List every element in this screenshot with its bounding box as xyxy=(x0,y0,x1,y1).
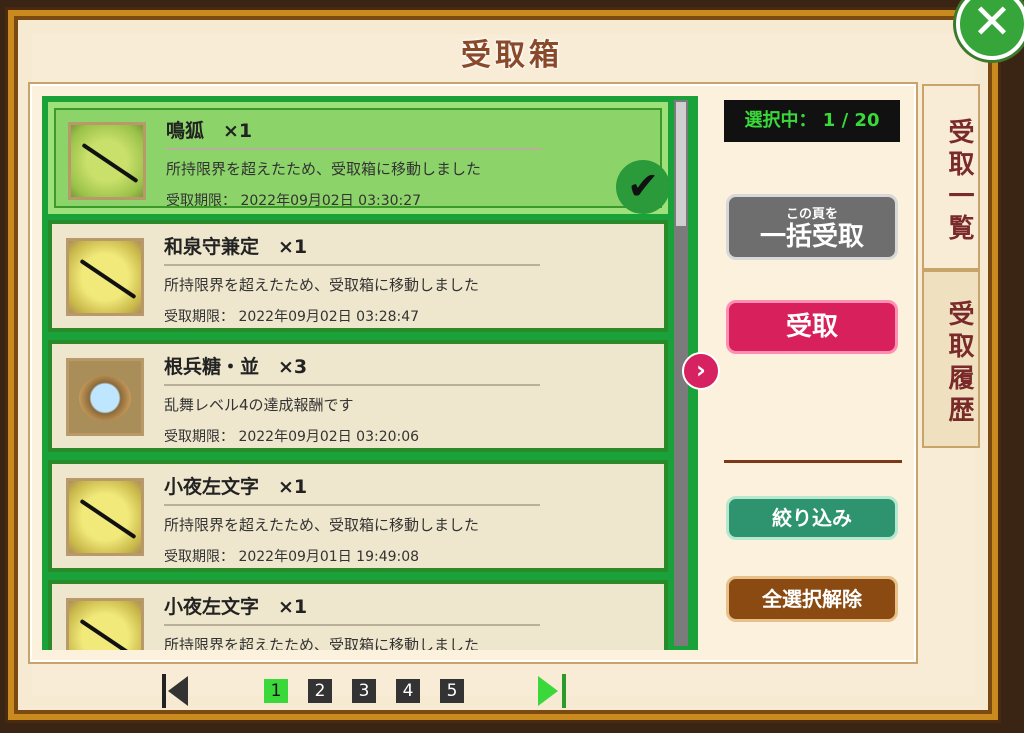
item-list: 鳴狐 ×1 所持限界を超えたため、受取箱に移動しました 受取期限： 2022年0… xyxy=(42,96,698,650)
item-message: 所持限界を超えたため、受取箱に移動しました xyxy=(166,160,482,178)
list-item[interactable]: 小夜左文字 ×1 所持限界を超えたため、受取箱に移動しました 受取期限： 202… xyxy=(48,460,668,572)
first-page-icon xyxy=(162,674,166,708)
section-divider xyxy=(724,460,902,463)
item-expiry: 受取期限： 2022年09月02日 03:30:27 xyxy=(166,193,422,209)
item-message: 所持限界を超えたため、受取箱に移動しました xyxy=(164,276,480,294)
chevron-right-icon: › xyxy=(696,356,706,384)
close-icon: ✕ xyxy=(971,0,1013,50)
item-name: 小夜左文字 ×1 xyxy=(164,476,308,498)
bulk-receive-button[interactable]: この頁を 一括受取 xyxy=(726,194,898,260)
sword-icon xyxy=(66,598,144,650)
selection-counter: 選択中： 1 / 20 xyxy=(724,100,900,142)
filter-button[interactable]: 絞り込み xyxy=(726,496,898,540)
item-expiry: 受取期限： 2022年09月01日 19:49:08 xyxy=(164,549,420,565)
item-divider xyxy=(164,264,540,266)
item-divider xyxy=(164,624,540,626)
bulk-receive-label: 一括受取 xyxy=(759,222,864,252)
page-5-button[interactable]: 5 xyxy=(440,679,464,703)
item-expiry: 受取期限： 2022年09月02日 03:20:06 xyxy=(164,429,420,445)
tab-receive-history[interactable]: 受取履歴 xyxy=(922,270,980,448)
first-page-button[interactable] xyxy=(162,674,192,708)
item-name: 根兵糖・並 ×3 xyxy=(164,356,308,378)
window-title: 受取箱 xyxy=(461,38,563,73)
item-name: 和泉守兼定 ×1 xyxy=(164,236,308,258)
page-1-button[interactable]: 1 xyxy=(264,679,288,703)
sword-icon xyxy=(66,238,144,316)
list-item[interactable]: 鳴狐 ×1 所持限界を超えたため、受取箱に移動しました 受取期限： 2022年0… xyxy=(48,102,670,214)
expand-arrow-button[interactable]: › xyxy=(682,352,720,390)
item-message: 所持限界を超えたため、受取箱に移動しました xyxy=(164,516,480,534)
page-4-button[interactable]: 4 xyxy=(396,679,420,703)
scrollbar-thumb[interactable] xyxy=(676,102,686,226)
checkmark-icon: ✔ xyxy=(616,160,670,214)
bulk-receive-sublabel: この頁を xyxy=(785,207,838,222)
list-item[interactable]: 小夜左文字 ×1 所持限界を超えたため、受取箱に移動しました xyxy=(48,580,668,650)
list-item[interactable]: 和泉守兼定 ×1 所持限界を超えたため、受取箱に移動しました 受取期限： 202… xyxy=(48,220,668,332)
item-divider xyxy=(166,148,542,150)
item-message: 乱舞レベル4の達成報酬です xyxy=(164,396,354,414)
tab-receive-list[interactable]: 受取一覧 xyxy=(922,84,980,270)
page-3-button[interactable]: 3 xyxy=(352,679,376,703)
item-expiry: 受取期限： 2022年09月02日 03:28:47 xyxy=(164,309,420,325)
item-name: 小夜左文字 ×1 xyxy=(164,596,308,618)
last-page-button[interactable] xyxy=(536,674,566,708)
item-name: 鳴狐 ×1 xyxy=(166,120,253,142)
sword-icon xyxy=(68,122,146,200)
page-2-button[interactable]: 2 xyxy=(308,679,332,703)
receive-button[interactable]: 受取 xyxy=(726,300,898,354)
item-divider xyxy=(164,384,540,386)
clear-selection-button[interactable]: 全選択解除 xyxy=(726,576,898,622)
sword-icon xyxy=(66,478,144,556)
item-divider xyxy=(164,504,540,506)
last-page-icon xyxy=(538,676,558,706)
candy-bowl-icon xyxy=(66,358,144,436)
list-item[interactable]: 根兵糖・並 ×3 乱舞レベル4の達成報酬です 受取期限： 2022年09月02日… xyxy=(48,340,668,452)
item-message: 所持限界を超えたため、受取箱に移動しました xyxy=(164,636,480,650)
